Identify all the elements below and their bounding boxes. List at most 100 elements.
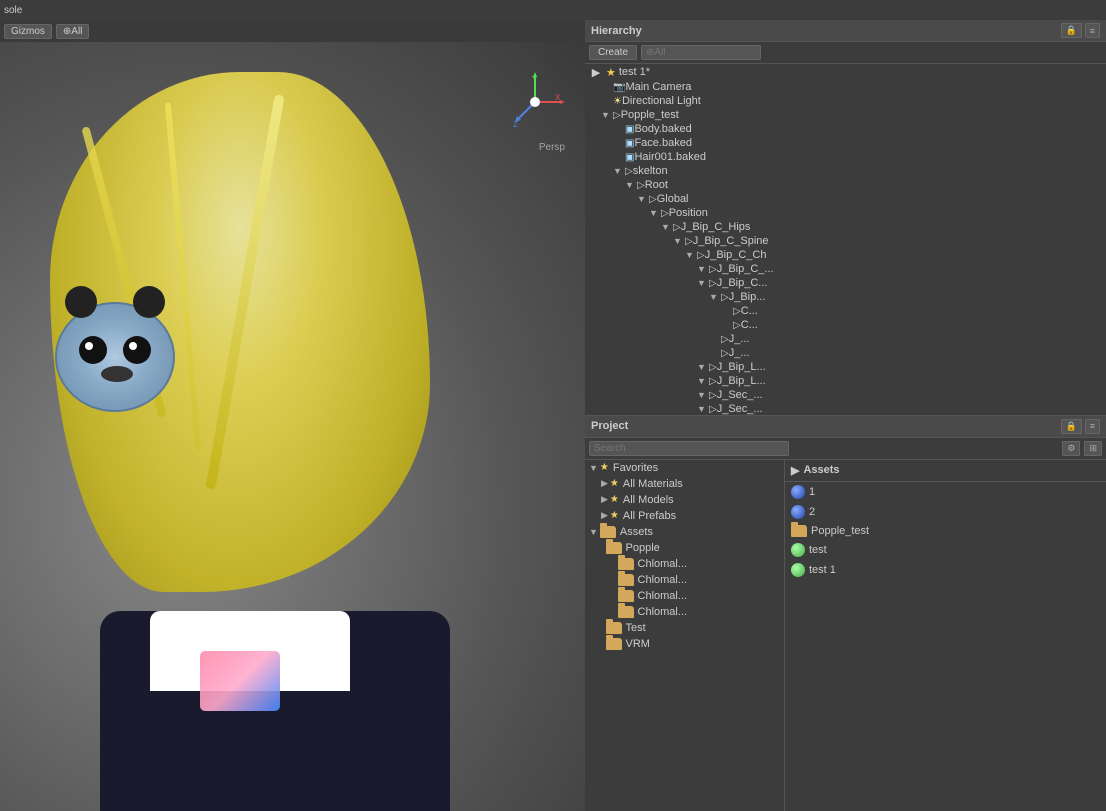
expand-arrow (613, 591, 616, 601)
hierarchy-item-j-bip-4[interactable]: ▼▷J_Bip... (585, 290, 1106, 304)
panda-eye-right (123, 336, 151, 364)
asset-item-popple-test-asset[interactable]: Popple_test (785, 522, 1106, 540)
hierarchy-item-j-1[interactable]: ▷J_... (585, 332, 1106, 346)
hierarchy-item-global[interactable]: ▼▷Global (585, 192, 1106, 206)
hierarchy-panel: Hierarchy 🔒 ≡ Create ▶ ★ test 1* 📷Main C (585, 20, 1106, 416)
gameobj-icon: ▷ (613, 110, 621, 121)
hierarchy-content[interactable]: ▶ ★ test 1* 📷Main Camera ☀Directional Li… (585, 64, 1106, 415)
hierarchy-item-j-bip-c-3[interactable]: ▼▷J_Bip_C... (585, 276, 1106, 290)
tree-label: Hair001.baked (634, 151, 1102, 163)
expand-arrow (601, 543, 604, 553)
all-button[interactable]: ⊕All (56, 24, 90, 39)
hierarchy-item-j-bip-c-spine[interactable]: ▼▷J_Bip_C_Spine (585, 234, 1106, 248)
project-settings-icon[interactable]: ⚙ (1062, 441, 1080, 456)
gameobj-icon: ▷ (709, 376, 717, 387)
project-left-item-test-folder[interactable]: Test (585, 620, 784, 636)
project-toolbar: ⚙ ⊞ (585, 438, 1106, 460)
tree-label: J_... (729, 347, 1102, 359)
hierarchy-item-main-camera[interactable]: 📷Main Camera (585, 80, 1106, 94)
hierarchy-lock-icon[interactable]: 🔒 (1061, 23, 1082, 38)
hierarchy-item-face-baked[interactable]: ▣Face.baked (585, 136, 1106, 150)
create-button[interactable]: Create (589, 45, 637, 60)
hierarchy-item-position[interactable]: ▼▷Position (585, 206, 1106, 220)
project-lock-icon[interactable]: 🔒 (1061, 419, 1082, 434)
hierarchy-item-c-1[interactable]: ▷C... (585, 304, 1106, 318)
project-left-label: Popple (626, 542, 660, 554)
scene-root-item[interactable]: ▶ ★ test 1* (585, 64, 1106, 80)
gameobj-icon: ▷ (709, 390, 717, 401)
hierarchy-item-skelton[interactable]: ▼▷skelton (585, 164, 1106, 178)
hierarchy-item-popple-test[interactable]: ▼▷Popple_test (585, 108, 1106, 122)
tree-arrow: ▼ (697, 264, 709, 274)
project-left-label: Chlomal... (638, 558, 688, 570)
project-panel: Project 🔒 ≡ ⚙ ⊞ ▼★Favorites▶★All Materia… (585, 416, 1106, 811)
gameobj-icon: ▷ (685, 236, 693, 247)
project-right-assets: 1 2 Popple_testtesttest 1 (785, 482, 1106, 580)
hierarchy-item-j-bip-c-hips[interactable]: ▼▷J_Bip_C_Hips (585, 220, 1106, 234)
project-left-item-chlomal-2[interactable]: Chlomal... (585, 572, 784, 588)
hierarchy-search[interactable] (641, 45, 761, 60)
tree-label: Body.baked (634, 123, 1102, 135)
hierarchy-item-j-sec-2[interactable]: ▼▷J_Sec_... (585, 402, 1106, 415)
project-left-item-favorites[interactable]: ▼★Favorites (585, 460, 784, 476)
panda-accessory (55, 302, 175, 412)
hierarchy-item-directional-light[interactable]: ☀Directional Light (585, 94, 1106, 108)
project-search[interactable] (589, 441, 789, 456)
asset-item-test-asset[interactable]: test (785, 540, 1106, 560)
hierarchy-item-body-baked[interactable]: ▣Body.baked (585, 122, 1106, 136)
project-left-item-chlomal-3[interactable]: Chlomal... (585, 588, 784, 604)
hierarchy-item-j-sec-1[interactable]: ▼▷J_Sec_... (585, 388, 1106, 402)
hierarchy-item-c-2[interactable]: ▷C... (585, 318, 1106, 332)
hierarchy-item-j-2[interactable]: ▷J_... (585, 346, 1106, 360)
tree-arrow: ▼ (697, 278, 709, 288)
hierarchy-item-j-bip-l[interactable]: ▼▷J_Bip_L... (585, 360, 1106, 374)
app-title: sole (4, 5, 22, 16)
hierarchy-item-root[interactable]: ▼▷Root (585, 178, 1106, 192)
gizmos-button[interactable]: Gizmos (4, 24, 52, 39)
project-left-item-all-prefabs[interactable]: ▶★All Prefabs (585, 508, 784, 524)
project-left-label: All Models (623, 494, 674, 506)
tree-label: skelton (633, 165, 1102, 177)
panda-ear-right (133, 286, 165, 318)
tree-arrow: ▼ (697, 376, 709, 386)
project-left-item-vrm-folder[interactable]: VRM (585, 636, 784, 652)
tree-label: J_Bip_C_Spine (693, 235, 1102, 247)
panda-head (55, 302, 175, 412)
asset-label: Popple_test (811, 525, 869, 537)
navigation-gizmo[interactable]: X Y Z (505, 72, 565, 132)
hierarchy-toolbar: Create (585, 42, 1106, 64)
asset-item-2[interactable]: 2 (785, 502, 1106, 522)
project-filter-icon[interactable]: ⊞ (1084, 441, 1102, 456)
gameobj-icon: ▷ (661, 208, 669, 219)
project-left-item-assets[interactable]: ▼Assets (585, 524, 784, 540)
hierarchy-item-j-bip-c-ch[interactable]: ▼▷J_Bip_C_Ch (585, 248, 1106, 262)
outfit-badge (200, 651, 280, 711)
project-left-item-all-models[interactable]: ▶★All Models (585, 492, 784, 508)
asset-label: 2 (809, 506, 815, 518)
project-left-label: Chlomal... (638, 590, 688, 602)
hierarchy-item-j-bip-c-2[interactable]: ▼▷J_Bip_C_... (585, 262, 1106, 276)
star-icon: ★ (600, 462, 609, 473)
project-left-item-chlomal-1[interactable]: Chlomal... (585, 556, 784, 572)
asset-item-test1-asset[interactable]: test 1 (785, 560, 1106, 580)
mesh-icon: ▣ (625, 138, 634, 149)
folder-icon (606, 622, 622, 634)
light-icon: ☀ (613, 96, 622, 107)
tree-arrow: ▼ (697, 390, 709, 400)
folder-icon (791, 525, 807, 537)
assets-arrow: ▶ (791, 464, 799, 477)
folder-icon (618, 558, 634, 570)
project-menu-icon[interactable]: ≡ (1085, 419, 1100, 434)
asset-item-1[interactable]: 1 (785, 482, 1106, 502)
project-left-item-all-materials[interactable]: ▶★All Materials (585, 476, 784, 492)
tree-arrow (601, 96, 613, 106)
tree-arrow (709, 348, 721, 358)
hierarchy-menu-icon[interactable]: ≡ (1085, 23, 1100, 38)
expand-arrow (613, 607, 616, 617)
hierarchy-item-hair001-baked[interactable]: ▣Hair001.baked (585, 150, 1106, 164)
hierarchy-item-j-bip-l2[interactable]: ▼▷J_Bip_L... (585, 374, 1106, 388)
tree-label: J_Bip_C_Hips (681, 221, 1102, 233)
project-left-label: Chlomal... (638, 606, 688, 618)
project-left-item-chlomal-4[interactable]: Chlomal... (585, 604, 784, 620)
project-left-item-popple-folder[interactable]: Popple (585, 540, 784, 556)
